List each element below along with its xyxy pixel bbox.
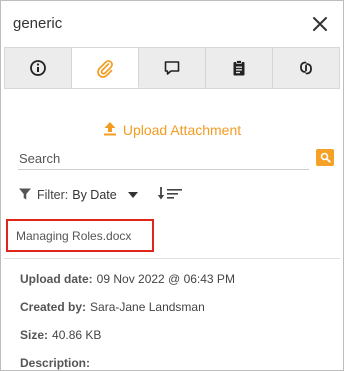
tab-info[interactable] xyxy=(5,48,72,88)
size-value: 40.86 KB xyxy=(52,328,102,342)
close-icon[interactable] xyxy=(309,13,331,35)
description-row: Description: xyxy=(20,355,235,370)
size-label: Size: xyxy=(20,328,49,342)
upload-date-row: Upload date: 09 Nov 2022 @ 06:43 PM xyxy=(20,271,235,299)
divider xyxy=(4,258,340,259)
created-by-label: Created by: xyxy=(20,300,87,314)
paperclip-icon xyxy=(96,58,114,78)
filter-icon xyxy=(18,187,32,204)
tab-bar xyxy=(4,47,340,89)
filter-value: By Date xyxy=(72,188,117,202)
sort-icon[interactable] xyxy=(157,186,183,205)
panel-title: generic xyxy=(13,15,63,32)
attachment-name: Managing Roles.docx xyxy=(16,228,132,243)
caret-down-icon[interactable] xyxy=(127,188,139,202)
upload-date-value: 09 Nov 2022 @ 06:43 PM xyxy=(96,272,235,286)
description-label: Description: xyxy=(20,356,91,370)
search-button[interactable] xyxy=(316,149,334,166)
tab-links[interactable] xyxy=(273,48,339,88)
comment-icon xyxy=(163,59,181,77)
upload-date-label: Upload date: xyxy=(20,272,93,286)
upload-icon xyxy=(103,121,117,139)
filter-label: Filter: xyxy=(37,188,69,202)
created-by-value: Sara-Jane Landsman xyxy=(90,300,205,314)
created-by-row: Created by: Sara-Jane Landsman xyxy=(20,299,235,327)
upload-attachment-label: Upload Attachment xyxy=(122,122,242,138)
panel-header: generic xyxy=(1,1,343,47)
clipboard-icon xyxy=(230,59,248,77)
search-input[interactable] xyxy=(18,147,309,170)
link-icon xyxy=(297,59,315,77)
search-icon xyxy=(320,152,331,163)
search-bar xyxy=(18,147,334,171)
tab-comments[interactable] xyxy=(139,48,206,88)
filter-dropdown[interactable]: Filter: By Date xyxy=(37,188,117,202)
attachment-details: Upload date: 09 Nov 2022 @ 06:43 PM Creat… xyxy=(20,271,235,370)
upload-attachment-button[interactable]: Upload Attachment xyxy=(1,121,343,139)
size-row: Size: 40.86 KB xyxy=(20,327,235,355)
info-icon xyxy=(29,59,47,77)
filter-bar: Filter: By Date xyxy=(18,183,183,207)
tab-attachments[interactable] xyxy=(72,48,139,88)
tab-tasks[interactable] xyxy=(206,48,273,88)
attachments-panel: generic Upload Attachment Search Filter:… xyxy=(0,0,344,371)
attachment-item[interactable]: Managing Roles.docx xyxy=(6,219,154,252)
